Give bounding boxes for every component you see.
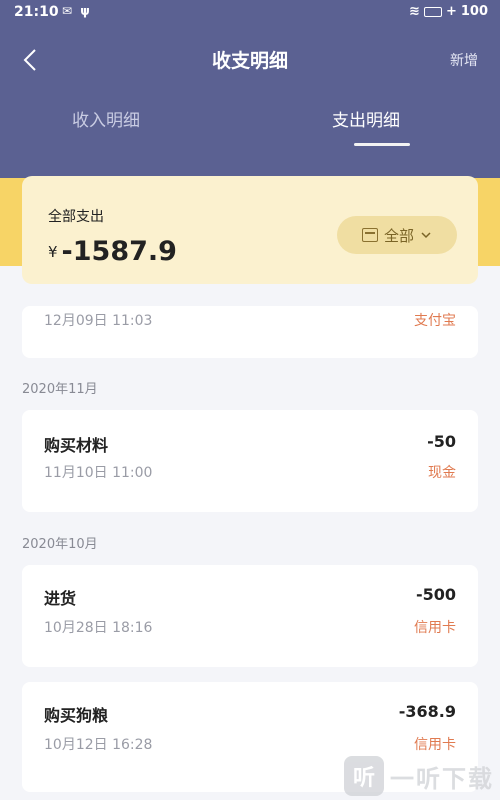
item-time: 12月09日 11:03 xyxy=(44,313,153,329)
page-title: 收支明细 xyxy=(211,50,288,72)
chevron-down-icon xyxy=(421,232,431,239)
charging-icon: + xyxy=(445,4,457,19)
list-item[interactable]: 购买材料 -50 11月10日 11:00 现金 xyxy=(22,410,478,512)
month-label: 2020年10月 xyxy=(22,537,98,552)
summary-card: 全部支出 ¥ -1587.9 全部 xyxy=(22,176,478,284)
watermark-logo-icon: 听 xyxy=(344,756,384,796)
active-tab-indicator xyxy=(354,143,410,146)
month-label: 2020年11月 xyxy=(22,382,98,397)
summary-amount-value: -1587.9 xyxy=(61,236,177,267)
battery-icon xyxy=(423,6,442,17)
item-amount: -368.9 xyxy=(398,702,456,721)
summary-label: 全部支出 xyxy=(48,209,104,225)
item-time: 10月12日 16:28 xyxy=(44,737,153,753)
add-button[interactable]: 新增 xyxy=(450,50,478,70)
calendar-icon xyxy=(361,228,378,242)
status-bar: 21:10 ✉ ψ ≋ + 100 xyxy=(0,0,500,26)
watermark-text: 一听下载 xyxy=(390,764,494,793)
summary-amount: ¥ -1587.9 xyxy=(48,236,177,267)
header-bar: 21:10 ✉ ψ ≋ + 100 收支明细 新增 收入明细 支出明细 xyxy=(0,0,500,178)
item-amount: -50 xyxy=(427,432,456,451)
list-item[interactable]: 12月09日 11:03 支付宝 xyxy=(22,306,478,358)
filter-label: 全部 xyxy=(383,226,414,245)
notification-icons: ✉ ψ xyxy=(62,4,92,18)
filter-dropdown[interactable]: 全部 xyxy=(337,216,457,254)
item-title: 进货 xyxy=(44,589,77,608)
item-title: 购买狗粮 xyxy=(44,706,109,725)
status-right: ≋ + 100 xyxy=(409,4,488,19)
item-method: 现金 xyxy=(428,465,456,481)
item-method: 支付宝 xyxy=(414,313,456,329)
status-time: 21:10 xyxy=(14,4,59,20)
item-method: 信用卡 xyxy=(414,620,456,636)
item-title: 购买材料 xyxy=(44,436,109,455)
wifi-icon: ≋ xyxy=(409,4,420,19)
watermark: 听 一听下载 xyxy=(344,756,494,796)
item-amount: -500 xyxy=(415,585,456,604)
list-item[interactable]: 进货 -500 10月28日 18:16 信用卡 xyxy=(22,565,478,667)
tab-income[interactable]: 收入明细 xyxy=(72,106,140,131)
currency-symbol: ¥ xyxy=(48,243,58,261)
item-method: 信用卡 xyxy=(414,737,456,753)
battery-level: 100 xyxy=(460,4,488,19)
item-time: 11月10日 11:00 xyxy=(44,465,153,481)
item-time: 10月28日 18:16 xyxy=(44,620,153,636)
tab-expense[interactable]: 支出明细 xyxy=(332,106,400,131)
